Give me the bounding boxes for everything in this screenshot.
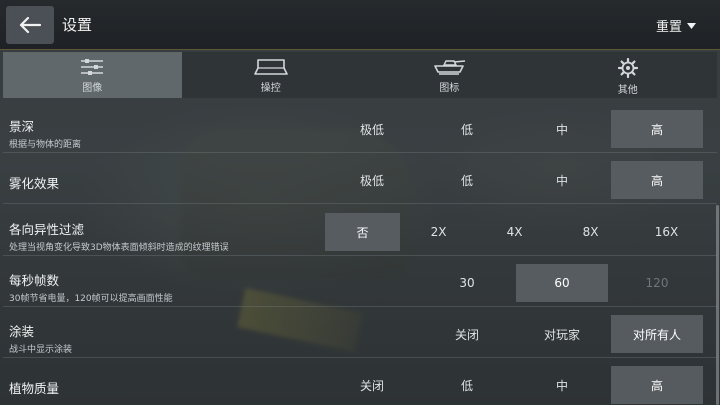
tab-controls[interactable]: 操控 <box>181 52 360 98</box>
reset-button[interactable]: 重置 <box>656 16 696 35</box>
tab-label: 图标 <box>439 83 460 94</box>
option-button[interactable]: 极低 <box>326 161 418 199</box>
tab-icons[interactable]: 图标 <box>360 52 539 98</box>
setting-row-anisotropic-filtering: 各向异性过滤 处理当视角变化导致3D物体表面倾斜时造成的纹理错误 否 2X 4X… <box>3 208 717 256</box>
option-button[interactable]: 2X <box>401 213 476 251</box>
option-button-selected[interactable]: 60 <box>516 264 608 302</box>
option-button-selected[interactable]: 否 <box>325 213 400 251</box>
header-bar: 设置 重置 <box>0 0 720 50</box>
option-button-selected[interactable]: 高 <box>611 366 703 404</box>
tab-label: 其他 <box>617 85 638 96</box>
page-title: 设置 <box>62 16 93 34</box>
setting-row-fps: 每秒帧数 30帧节省电量，120帧可以提高画面性能 30 60 120 <box>3 259 717 307</box>
setting-title: 各向异性过滤 <box>9 222 85 237</box>
option-button[interactable]: 中 <box>516 366 608 404</box>
option-button[interactable]: 对玩家 <box>516 315 608 353</box>
option-button-selected[interactable]: 对所有人 <box>611 315 703 353</box>
option-button-disabled: 120 <box>645 276 669 290</box>
setting-title: 每秒帧数 <box>9 273 60 288</box>
setting-row-camouflage: 涂装 战斗中显示涂装 关闭 对玩家 对所有人 <box>3 310 717 358</box>
option-button[interactable]: 中 <box>516 110 608 148</box>
settings-tabs: 图像 操控 图标 其他 <box>3 52 717 98</box>
tab-label: 图像 <box>82 83 103 94</box>
setting-subtitle: 30帧节省电量，120帧可以提高画面性能 <box>9 294 173 304</box>
tank-icon <box>434 60 466 75</box>
option-button-selected[interactable]: 高 <box>611 110 703 148</box>
option-button[interactable]: 8X <box>553 213 628 251</box>
tab-graphics[interactable]: 图像 <box>3 52 182 98</box>
scrollbar[interactable] <box>716 205 719 405</box>
option-button[interactable]: 16X <box>629 213 704 251</box>
chevron-down-icon <box>687 22 696 29</box>
option-button-selected[interactable]: 高 <box>611 161 703 199</box>
setting-row-depth-of-field: 景深 根据与物体的距离 极低 低 中 高 <box>3 105 717 153</box>
option-button[interactable]: 关闭 <box>421 315 513 353</box>
setting-subtitle: 处理当视角变化导致3D物体表面倾斜时造成的纹理错误 <box>9 243 229 253</box>
setting-row-vegetation-quality: 植物质量 关闭 低 中 高 <box>3 361 717 405</box>
setting-title: 景深 <box>9 119 35 134</box>
option-button[interactable]: 极低 <box>326 110 418 148</box>
setting-row-fog: 雾化效果 极低 低 中 高 <box>3 156 717 204</box>
tab-label: 操控 <box>260 83 281 94</box>
option-button[interactable]: 4X <box>477 213 552 251</box>
back-arrow-icon <box>19 17 41 33</box>
tab-other[interactable]: 其他 <box>538 52 717 98</box>
setting-title: 雾化效果 <box>9 176 60 191</box>
gear-icon <box>617 58 638 78</box>
sliders-icon <box>81 59 104 75</box>
option-button[interactable]: 低 <box>421 366 513 404</box>
setting-title: 植物质量 <box>9 381 60 396</box>
option-button[interactable]: 中 <box>516 161 608 199</box>
option-button[interactable]: 30 <box>421 264 513 302</box>
reset-label: 重置 <box>655 20 682 35</box>
gamepad-icon <box>253 59 288 75</box>
option-button[interactable]: 低 <box>421 161 513 199</box>
setting-title: 涂装 <box>9 324 35 339</box>
setting-subtitle: 战斗中显示涂装 <box>9 345 73 355</box>
settings-list: 景深 根据与物体的距离 极低 低 中 高 雾化效果 极低 低 中 高 各向异性过… <box>3 103 717 405</box>
option-button[interactable]: 关闭 <box>326 366 418 404</box>
option-button[interactable]: 低 <box>421 110 513 148</box>
back-button[interactable] <box>6 6 54 44</box>
setting-subtitle: 根据与物体的距离 <box>9 140 82 150</box>
